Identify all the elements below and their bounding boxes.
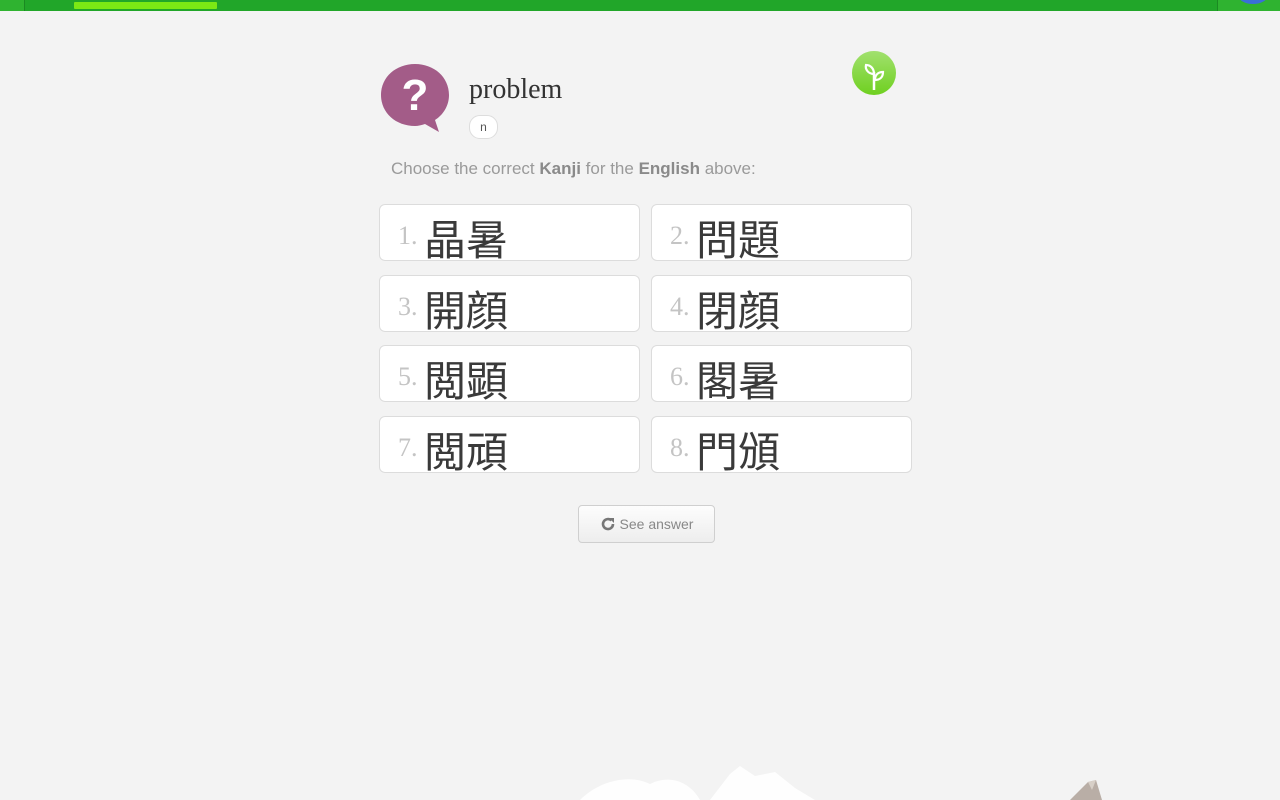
option-number: 5. bbox=[398, 362, 418, 391]
seedling-icon[interactable] bbox=[851, 50, 897, 96]
option-number: 2. bbox=[670, 221, 690, 250]
progress-fill bbox=[74, 2, 217, 9]
answer-option-3[interactable]: 3. 開顔 bbox=[379, 275, 640, 336]
answer-option-6[interactable]: 6. 閣暑 bbox=[651, 345, 912, 406]
answer-option-1[interactable]: 1. 晶暑 bbox=[379, 204, 640, 265]
question-bubble-icon: ? bbox=[381, 64, 449, 132]
option-number: 8. bbox=[670, 433, 690, 462]
progress-track bbox=[24, 0, 1218, 11]
option-number: 4. bbox=[670, 292, 690, 321]
option-kanji: 晶暑 bbox=[424, 216, 509, 265]
answer-option-8[interactable]: 8. 門頒 bbox=[651, 416, 912, 477]
answer-option-7[interactable]: 7. 閲頑 bbox=[379, 416, 640, 477]
instructions-english: English bbox=[638, 159, 700, 178]
see-answer-label: See answer bbox=[619, 516, 694, 532]
option-number: 1. bbox=[398, 221, 418, 250]
see-answer-button[interactable]: See answer bbox=[578, 505, 715, 543]
answer-option-2[interactable]: 2. 問題 bbox=[651, 204, 912, 265]
svg-text:?: ? bbox=[402, 71, 429, 120]
answer-option-4[interactable]: 4. 閉顔 bbox=[651, 275, 912, 336]
option-kanji: 開顔 bbox=[424, 287, 509, 336]
top-progress-bar bbox=[0, 0, 1280, 11]
option-kanji: 閲顕 bbox=[424, 357, 509, 406]
user-avatar[interactable] bbox=[1238, 0, 1268, 4]
refresh-icon bbox=[601, 517, 614, 531]
part-of-speech-badge: n bbox=[469, 115, 498, 139]
instructions-kanji: Kanji bbox=[539, 159, 581, 178]
option-number: 6. bbox=[670, 362, 690, 391]
option-kanji: 閲頑 bbox=[424, 428, 509, 477]
mountain-scenery-decoration bbox=[580, 766, 1102, 800]
option-kanji: 門頒 bbox=[696, 428, 781, 477]
instructions: Choose the correct Kanji for the English… bbox=[391, 159, 756, 178]
answer-option-5[interactable]: 5. 閲顕 bbox=[379, 345, 640, 406]
option-kanji: 問題 bbox=[696, 216, 781, 265]
option-kanji: 閣暑 bbox=[696, 357, 781, 406]
option-kanji: 閉顔 bbox=[696, 287, 781, 336]
prompt-word: problem bbox=[469, 74, 563, 105]
option-number: 3. bbox=[398, 292, 418, 321]
option-number: 7. bbox=[398, 433, 418, 462]
